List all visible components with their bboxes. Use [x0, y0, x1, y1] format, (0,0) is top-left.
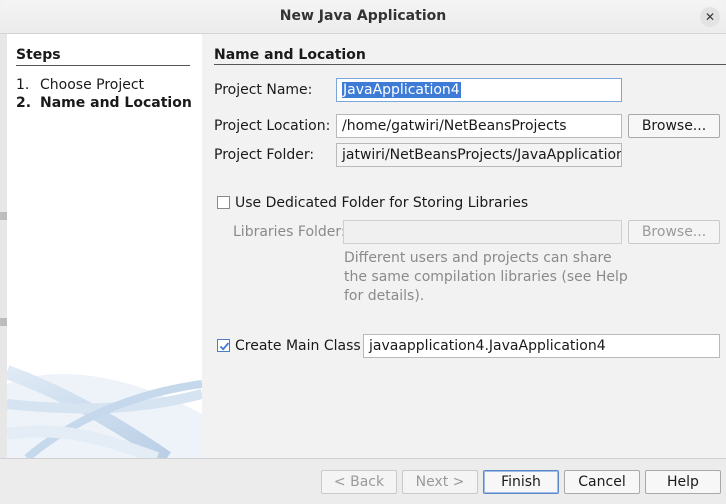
title-bar: New Java Application ✕ [0, 0, 726, 34]
left-edge [0, 34, 7, 458]
main-class-input[interactable]: javaapplication4.JavaApplication4 [363, 334, 720, 358]
section-divider [214, 64, 726, 65]
browse-location-button[interactable]: Browse... [628, 114, 720, 138]
browse-libraries-button[interactable]: Browse... [628, 220, 720, 244]
libraries-folder-input[interactable] [343, 220, 622, 244]
netbeans-swoosh-graphic [7, 365, 202, 458]
step-label: Choose Project [40, 77, 145, 93]
project-name-value: JavaApplication4 [342, 82, 461, 98]
finish-button[interactable]: Finish [483, 470, 559, 494]
next-button[interactable]: Next > [402, 470, 478, 494]
close-icon[interactable]: ✕ [700, 7, 720, 27]
step-number: 2. [16, 95, 32, 111]
project-location-input[interactable]: /home/gatwiri/NetBeansProjects [336, 114, 622, 138]
cancel-button[interactable]: Cancel [564, 470, 640, 494]
window-title: New Java Application [279, 8, 447, 24]
create-main-class-label[interactable]: Create Main Class [235, 338, 361, 354]
project-location-label: Project Location: [214, 118, 331, 134]
check-icon [219, 342, 230, 351]
project-folder-field[interactable]: jatwiri/NetBeansProjects/JavaApplication… [336, 143, 622, 167]
dedicated-folder-label[interactable]: Use Dedicated Folder for Storing Librari… [235, 195, 528, 211]
create-main-class-checkbox[interactable] [217, 339, 230, 352]
project-name-label: Project Name: [214, 82, 313, 98]
steps-title: Steps [16, 47, 61, 63]
back-button[interactable]: < Back [321, 470, 397, 494]
libraries-help-text: Different users and projects can share t… [344, 250, 628, 304]
dedicated-folder-checkbox[interactable] [217, 196, 230, 209]
steps-divider [16, 65, 190, 66]
step-choose-project: 1. Choose Project [16, 77, 144, 93]
step-name-and-location: 2. Name and Location [16, 95, 192, 111]
step-number: 1. [16, 77, 30, 93]
step-label: Name and Location [40, 95, 192, 111]
project-folder-label: Project Folder: [214, 147, 315, 163]
libraries-folder-label: Libraries Folder: [233, 224, 346, 240]
help-button[interactable]: Help [645, 470, 721, 494]
edge-mark [0, 318, 7, 326]
steps-panel: Steps 1. Choose Project 2. Name and Locati… [7, 34, 202, 458]
edge-mark [0, 212, 7, 220]
project-name-input[interactable]: JavaApplication4 [336, 78, 622, 102]
section-title: Name and Location [214, 47, 366, 63]
